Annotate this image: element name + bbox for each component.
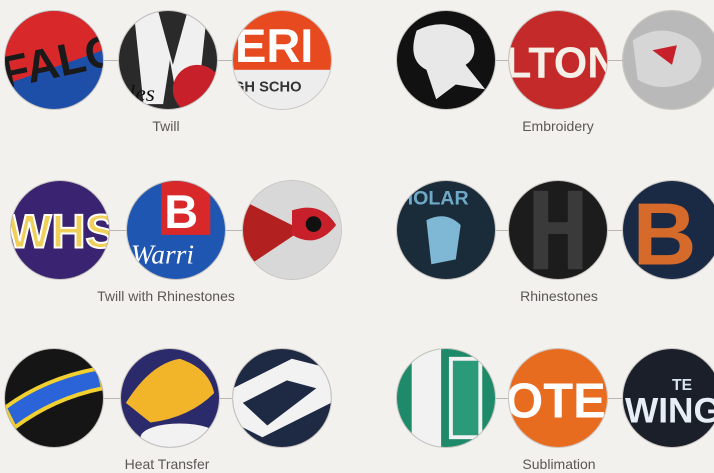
- rhinestones-swatch-1-image: HOLAR: [397, 181, 495, 279]
- twill-swatch-1[interactable]: FALC: [4, 10, 104, 110]
- twill-swatch-3-subtext: GH SCHO: [233, 79, 302, 95]
- embroidery-label: Embroidery: [522, 118, 594, 134]
- rhinestones-swatch-3-image: B: [623, 181, 714, 279]
- rhinestones-label: Rhinestones: [520, 288, 598, 304]
- heat-transfer-swatch-2-image: [121, 349, 219, 447]
- embroidery-swatch-1[interactable]: [396, 10, 496, 110]
- sublimation-swatch-2[interactable]: OTE: [508, 348, 608, 448]
- twill-rhinestones-swatch-1-image: WHS: [11, 181, 109, 279]
- sublimation-group: OTE TE WING Sublimation: [396, 348, 714, 472]
- embroidery-swatch-2-text: LTON: [509, 40, 607, 88]
- rhinestones-swatch-2-image: [509, 181, 607, 279]
- twill-rhinestones-swatch-1[interactable]: WHS: [10, 180, 110, 280]
- twill-swatch-2-image: les: [119, 11, 217, 109]
- sublimation-swatch-1[interactable]: [396, 348, 496, 448]
- twill-swatch-1-image: FALC: [5, 11, 103, 109]
- twill-rhinestones-swatch-3-image: [243, 181, 341, 279]
- heat-transfer-group: Heat Transfer: [4, 348, 344, 472]
- twill-rhinestones-swatch-3[interactable]: [242, 180, 342, 280]
- twill-rhinestones-label: Twill with Rhinestones: [97, 288, 235, 304]
- rhinestones-swatch-1-text: HOLAR: [399, 188, 469, 210]
- twill-rhinestones-swatch-2-text: B: [164, 185, 198, 238]
- embroidery-group: LTON Embroidery: [396, 10, 714, 134]
- rhinestones-swatch-3-text: B: [633, 184, 697, 279]
- twill-swatch-2[interactable]: les: [118, 10, 218, 110]
- sublimation-swatch-3-subtext: WING: [625, 392, 714, 431]
- rhinestones-swatch-2[interactable]: [508, 180, 608, 280]
- embroidery-swatch-2[interactable]: LTON: [508, 10, 608, 110]
- heat-transfer-swatch-1-image: [5, 349, 103, 447]
- twill-rhinestones-swatch-2-subtext: Warri: [131, 239, 194, 269]
- embroidery-swatch-2-image: LTON: [509, 11, 607, 109]
- embroidery-swatch-3[interactable]: [622, 10, 714, 110]
- twill-swatch-3-image: ERI GH SCHO: [233, 11, 331, 109]
- sublimation-swatch-3[interactable]: TE WING: [622, 348, 714, 448]
- sublimation-swatch-3-image: TE WING: [623, 349, 714, 447]
- embroidery-swatch-3-image: [623, 11, 714, 109]
- sublimation-swatch-2-image: OTE: [509, 349, 607, 447]
- twill-rhinestones-group: WHS B Warri Twill with Rhinestones: [10, 180, 350, 304]
- twill-swatch-3-text: ERI: [235, 19, 313, 72]
- heat-transfer-swatch-3[interactable]: [232, 348, 332, 448]
- twill-swatch-2-text: les: [129, 81, 155, 107]
- twill-rhinestones-swatch-2[interactable]: B Warri: [126, 180, 226, 280]
- sublimation-swatch-2-text: OTE: [509, 375, 606, 429]
- heat-transfer-swatch-3-image: [233, 349, 331, 447]
- heat-transfer-label: Heat Transfer: [124, 456, 210, 472]
- heat-transfer-swatch-2[interactable]: [120, 348, 220, 448]
- sublimation-label: Sublimation: [522, 456, 596, 472]
- twill-rhinestones-swatch-2-image: B Warri: [127, 181, 225, 279]
- heat-transfer-swatch-1[interactable]: [4, 348, 104, 448]
- twill-label: Twill: [152, 118, 180, 134]
- rhinestones-swatch-3[interactable]: B: [622, 180, 714, 280]
- twill-rhinestones-swatch-1-text: WHS: [11, 205, 109, 258]
- sublimation-swatch-1-image: [397, 349, 495, 447]
- embroidery-swatch-1-image: [397, 11, 495, 109]
- twill-group: FALC les ERI GH SCHO Twill: [4, 10, 344, 134]
- rhinestones-group: HOLAR B Rhinestones: [396, 180, 714, 304]
- twill-swatch-3[interactable]: ERI GH SCHO: [232, 10, 332, 110]
- rhinestones-swatch-1[interactable]: HOLAR: [396, 180, 496, 280]
